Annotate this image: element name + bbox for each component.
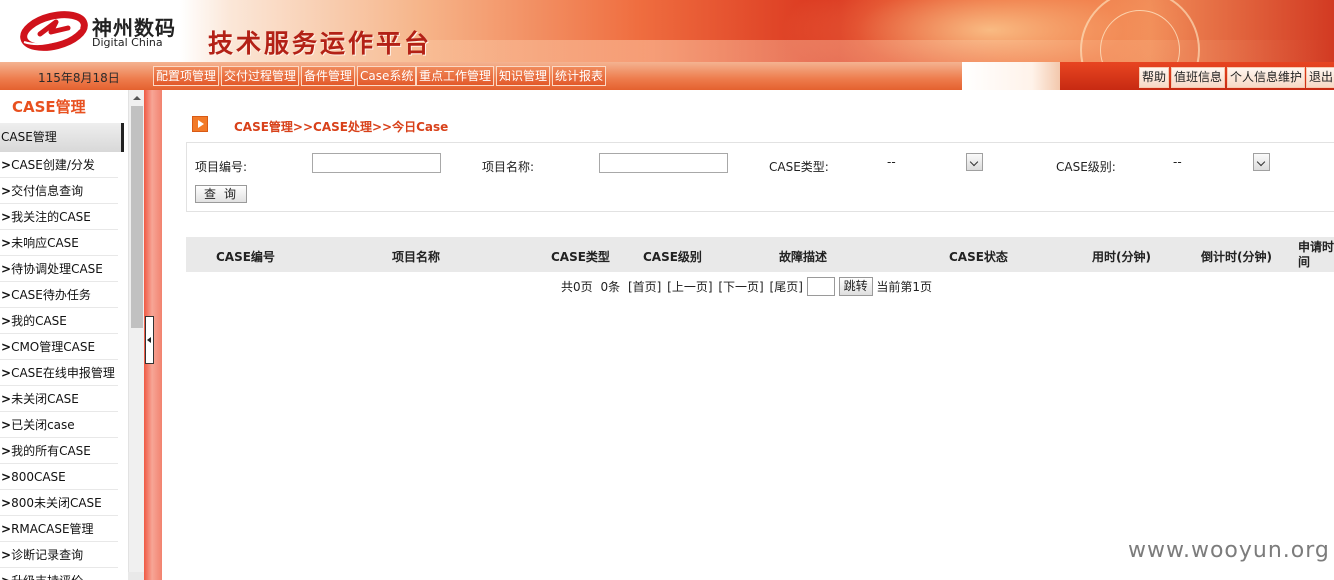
play-arrow-icon [192, 116, 208, 132]
sidebar-item-case-create[interactable]: CASE创建/分发 [0, 152, 118, 178]
profile-button[interactable]: 个人信息维护 [1227, 67, 1306, 88]
last-page-link[interactable]: [尾页] [770, 278, 803, 295]
project-no-label: 项目编号: [195, 160, 248, 174]
sidebar-item-800-open-case[interactable]: 800未关闭CASE [0, 490, 118, 516]
project-name-input[interactable] [599, 153, 728, 173]
sidebar-item-pending-coordination[interactable]: 待协调处理CASE [0, 256, 118, 282]
brand-name-en: Digital China [92, 36, 163, 49]
col-project-name[interactable]: 项目名称 [392, 248, 440, 265]
case-type-dropdown-icon[interactable] [966, 153, 983, 171]
sidebar-item-unresponded-case[interactable]: 未响应CASE [0, 230, 118, 256]
sidebar-menu: CASE创建/分发 交付信息查询 我关注的CASE 未响应CASE 待协调处理C… [0, 152, 118, 580]
nav-key-work[interactable]: 重点工作管理 [416, 66, 495, 86]
duty-info-button[interactable]: 值班信息 [1171, 67, 1226, 88]
nav-spare-parts[interactable]: 备件管理 [301, 66, 356, 86]
breadcrumb: CASE管理>>CASE处理>>今日Case [234, 120, 449, 134]
sidebar-scrollbar[interactable] [128, 90, 144, 580]
case-level-dropdown-icon[interactable] [1253, 153, 1270, 171]
col-case-type[interactable]: CASE类型 [551, 248, 610, 265]
col-case-level[interactable]: CASE级别 [643, 248, 702, 265]
sidebar-item-diagnosis-query[interactable]: 诊断记录查询 [0, 542, 118, 568]
sidebar-item-todo-tasks[interactable]: CASE待办任务 [0, 282, 118, 308]
sidebar-item-followed-case[interactable]: 我关注的CASE [0, 204, 118, 230]
first-page-link[interactable]: [首页] [628, 278, 661, 295]
col-countdown[interactable]: 倒计时(分钟) [1201, 248, 1272, 265]
next-page-link[interactable]: [下一页] [718, 278, 763, 295]
query-button[interactable]: 查询 [195, 185, 247, 203]
nav-config-items[interactable]: 配置项管理 [153, 66, 220, 86]
col-elapsed[interactable]: 用时(分钟) [1092, 248, 1151, 265]
pagination: 共0页 0条 [首页] [上一页] [下一页] [尾页] 跳转 当前第1页 [561, 277, 932, 297]
nav-decoration [962, 62, 1062, 90]
project-no-input[interactable] [312, 153, 441, 173]
watermark: www.wooyun.org [1128, 538, 1330, 563]
sidebar-item-800-case[interactable]: 800CASE [0, 464, 118, 490]
sidebar-item-my-case[interactable]: 我的CASE [0, 308, 118, 334]
scrollbar-thumb[interactable] [131, 106, 143, 328]
sidebar-item-open-case[interactable]: 未关闭CASE [0, 386, 118, 412]
case-type-select[interactable]: -- [887, 155, 896, 169]
sidebar-title: CASE管理 [12, 98, 86, 116]
col-apply-time[interactable]: 申请时间 [1298, 240, 1334, 270]
search-panel: 项目编号: 项目名称: CASE类型: -- CASE级别: -- 查询 [186, 142, 1334, 212]
sidebar-item-rma-case[interactable]: RMACASE管理 [0, 516, 118, 542]
sidebar-item-closed-case[interactable]: 已关闭case [0, 412, 118, 438]
page-number-input[interactable] [806, 277, 835, 296]
case-level-select[interactable]: -- [1173, 155, 1182, 169]
nav-knowledge[interactable]: 知识管理 [496, 66, 551, 86]
top-nav-bar: 115年8月18日 配置项管理 交付过程管理 备件管理 Case系统 重点工作管… [0, 62, 1334, 90]
case-table-header: CASE编号 项目名称 CASE类型 CASE级别 故障描述 CASE状态 用时… [186, 237, 1334, 272]
sidebar-item-delivery-query[interactable]: 交付信息查询 [0, 178, 118, 204]
app-header: 神州数码 Digital China 技术服务运作平台 [0, 0, 1334, 62]
sidebar-item-online-report[interactable]: CASE在线申报管理 [0, 360, 118, 386]
case-type-label: CASE类型: [769, 160, 829, 174]
sidebar-item-all-my-case[interactable]: 我的所有CASE [0, 438, 118, 464]
total-items: 0条 [600, 280, 621, 294]
main-content: CASE管理>>CASE处理>>今日Case 项目编号: 项目名称: CASE类… [162, 90, 1334, 580]
collapse-sidebar-button[interactable] [145, 316, 154, 364]
scrollbar-down-area[interactable] [128, 572, 144, 580]
col-case-no[interactable]: CASE编号 [216, 248, 275, 265]
case-level-label: CASE级别: [1056, 160, 1116, 174]
prev-page-link[interactable]: [上一页] [667, 278, 712, 295]
project-name-label: 项目名称: [482, 160, 535, 174]
chevron-left-icon [147, 337, 151, 343]
col-fault-desc[interactable]: 故障描述 [779, 248, 827, 265]
sidebar-item-upgrade-evaluation[interactable]: 升级支持评价 [0, 568, 118, 580]
total-pages: 共0页 [561, 280, 593, 294]
logout-button[interactable]: 退出 [1306, 67, 1334, 88]
col-case-status[interactable]: CASE状态 [949, 248, 1008, 265]
platform-title: 技术服务运作平台 [208, 29, 433, 58]
nav-reports[interactable]: 统计报表 [552, 66, 607, 86]
digital-china-logo-icon [20, 11, 88, 51]
sidebar: CASE管理 CASE管理 CASE创建/分发 交付信息查询 我关注的CASE … [0, 90, 128, 580]
current-date: 115年8月18日 [38, 71, 120, 85]
current-page: 当前第1页 [876, 280, 933, 294]
sidebar-section-header[interactable]: CASE管理 [0, 123, 124, 152]
scroll-up-icon[interactable] [133, 96, 141, 100]
help-button[interactable]: 帮助 [1139, 67, 1170, 88]
nav-case-system[interactable]: Case系统 [357, 66, 417, 86]
nav-delivery-process[interactable]: 交付过程管理 [221, 66, 300, 86]
sidebar-item-cmo-case[interactable]: CMO管理CASE [0, 334, 118, 360]
jump-button[interactable]: 跳转 [838, 277, 873, 296]
